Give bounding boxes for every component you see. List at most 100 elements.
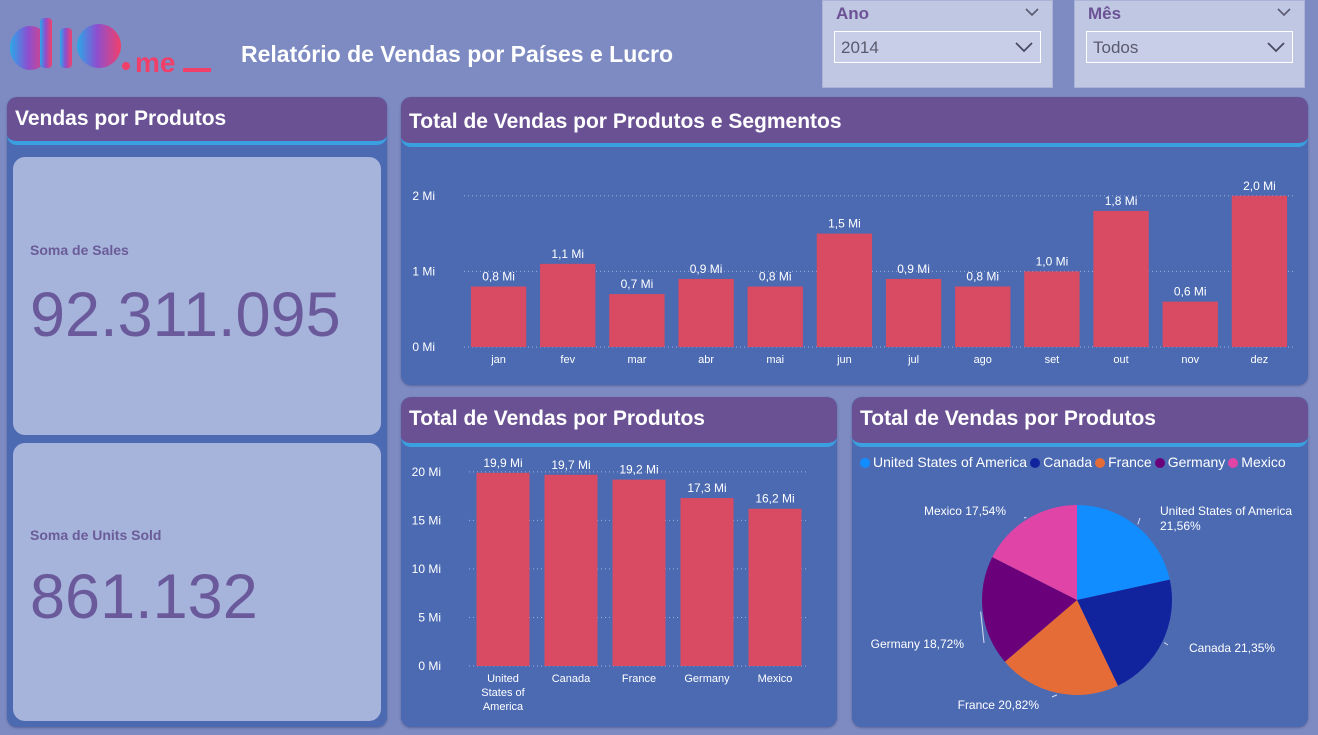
kpi-units-label: Soma de Units Sold	[30, 527, 162, 543]
slicer-mes-dropdown[interactable]: Todos	[1086, 31, 1293, 63]
pie-sales-panel[interactable]: Total de Vendas por Produtos United Stat…	[852, 397, 1308, 727]
kpi-units-value: 861.132	[30, 562, 258, 632]
svg-text:me: me	[135, 47, 175, 76]
slice-value-label: 21,56%	[1160, 519, 1201, 533]
slicer-mes-label: Mês	[1088, 4, 1122, 23]
slicer-mes-value: Todos	[1093, 38, 1139, 57]
x-tick-label: United	[487, 673, 519, 685]
bar[interactable]	[1231, 195, 1288, 347]
data-label: 19,2 Mi	[619, 463, 658, 477]
data-label: 1,5 Mi	[828, 217, 861, 231]
bar[interactable]	[612, 479, 666, 666]
x-tick-label: mai	[766, 354, 784, 366]
leader-line	[1023, 516, 1027, 519]
slicer-ano-label: Ano	[836, 4, 870, 23]
x-tick-label: Canada	[552, 673, 591, 685]
data-label: 19,9 Mi	[483, 456, 522, 470]
x-tick-label: jun	[836, 354, 852, 366]
slicer-ano-dropdown[interactable]: 2014	[834, 31, 1041, 63]
slice-label: France 20,82%	[958, 698, 1040, 712]
data-label: 19,7 Mi	[551, 458, 590, 472]
data-label: 0,8 Mi	[759, 270, 792, 284]
data-label: 0,7 Mi	[621, 277, 654, 291]
report-title: Relatório de Vendas por Países e Lucro	[241, 41, 674, 67]
kpi-panel-header: Vendas por Produtos	[7, 97, 387, 145]
bar[interactable]	[678, 278, 734, 347]
slicer-ano-value: 2014	[841, 38, 879, 57]
kpi-sales-value: 92.311.095	[30, 280, 341, 350]
x-tick-label: dez	[1251, 354, 1269, 366]
slice-name-label: France	[958, 698, 999, 712]
chevron-down-icon[interactable]	[1276, 6, 1292, 18]
y-tick-label: 1 Mi	[412, 264, 435, 278]
bar[interactable]	[544, 474, 598, 666]
x-tick-label: jan	[490, 354, 506, 366]
bar[interactable]	[1162, 301, 1218, 347]
country-bar-chart[interactable]: 0 Mi 5 Mi 10 Mi 15 Mi 20 Mi 19,9 Mi United Stat…	[401, 447, 837, 727]
y-tick-label: 0 Mi	[412, 340, 435, 354]
x-tick-label: ago	[974, 354, 992, 366]
data-label: 0,9 Mi	[897, 262, 930, 276]
monthly-sales-header: Total de Vendas por Produtos e Segmentos	[401, 97, 1308, 147]
slicer-mes[interactable]: Mês Todos	[1074, 0, 1305, 88]
y-tick-label: 20 Mi	[412, 465, 441, 479]
country-sales-panel[interactable]: Total de Vendas por Produtos 0 Mi 5 Mi 10 …	[401, 397, 837, 727]
data-label: 0,6 Mi	[1174, 285, 1207, 299]
dropdown-arrow-icon[interactable]	[1014, 41, 1034, 53]
y-tick-label: 2 Mi	[412, 189, 435, 203]
monthly-sales-title: Total de Vendas por Produtos e Segmentos	[409, 110, 842, 133]
slice-name-label: Canada	[1189, 641, 1234, 655]
x-tick-label: nov	[1181, 354, 1199, 366]
y-tick-label: 10 Mi	[412, 562, 441, 576]
bar[interactable]	[955, 286, 1011, 347]
data-label: 1,8 Mi	[1105, 194, 1138, 208]
leader-line	[1163, 642, 1169, 646]
country-sales-title: Total de Vendas por Produtos	[409, 407, 705, 430]
y-tick-label: 0 Mi	[418, 659, 441, 673]
data-label: 16,2 Mi	[755, 492, 794, 506]
slice-label: Mexico 17,54%	[924, 504, 1006, 518]
bar[interactable]	[816, 233, 873, 347]
slice-name-label: Mexico	[924, 504, 965, 518]
kpi-card-sales[interactable]: Soma de Sales 92.311.095	[13, 157, 381, 435]
bar[interactable]	[747, 286, 803, 347]
x-tick-label: Germany	[684, 673, 730, 685]
bar[interactable]	[680, 498, 734, 666]
x-tick-label: States of	[481, 687, 525, 699]
slice-label: Germany 18,72%	[871, 637, 965, 651]
pie-chart[interactable]: United States of America21,56% Canada 21,…	[852, 397, 1308, 727]
slice-value-label: 17,54%	[965, 504, 1006, 518]
x-tick-label: set	[1045, 354, 1060, 366]
dio-logo-graphic: me	[10, 18, 211, 78]
bar[interactable]	[748, 508, 802, 666]
bar[interactable]	[885, 278, 942, 347]
data-label: 0,8 Mi	[482, 270, 515, 284]
dropdown-arrow-icon[interactable]	[1266, 41, 1286, 53]
slice-value-label: 21,35%	[1234, 641, 1275, 655]
data-label: 1,1 Mi	[551, 247, 584, 261]
data-label: 17,3 Mi	[687, 481, 726, 495]
bar[interactable]	[1024, 271, 1080, 347]
bar[interactable]	[540, 263, 596, 347]
monthly-sales-panel[interactable]: Total de Vendas por Produtos e Segmentos…	[401, 97, 1308, 385]
slicer-ano[interactable]: Ano 2014	[822, 0, 1053, 88]
bar[interactable]	[1093, 210, 1149, 347]
x-tick-label: abr	[698, 354, 714, 366]
slice-name-label: Germany	[871, 637, 924, 651]
x-tick-label: jul	[907, 354, 919, 366]
bar[interactable]	[609, 294, 665, 347]
kpi-card-units[interactable]: Soma de Units Sold 861.132	[13, 443, 381, 721]
x-tick-label: France	[622, 673, 656, 685]
x-tick-label: America	[483, 701, 524, 713]
leader-line	[1051, 694, 1058, 698]
data-label: 0,9 Mi	[690, 262, 723, 276]
leader-line	[1137, 517, 1141, 525]
bar[interactable]	[476, 472, 530, 666]
slice-value-label: 18,72%	[923, 637, 964, 651]
kpi-panel: Vendas por Produtos Soma de Sales 92.311…	[7, 97, 387, 727]
monthly-bar-chart[interactable]: 0 Mi 1 Mi 2 Mi 0,8 Mi jan 1,1 Mi fev 0,7 Mi mar 0…	[401, 147, 1308, 385]
dio-logo: me	[8, 14, 214, 78]
chevron-down-icon[interactable]	[1024, 6, 1040, 18]
bar[interactable]	[470, 286, 527, 347]
y-tick-label: 15 Mi	[412, 513, 441, 527]
